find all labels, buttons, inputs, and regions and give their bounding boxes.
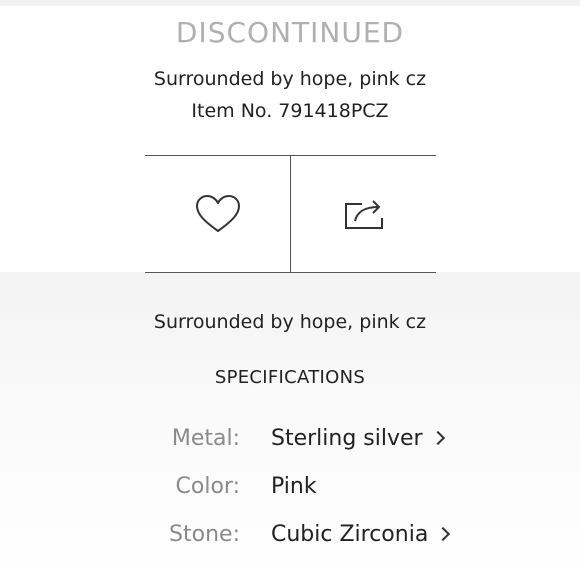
spec-value-metal[interactable]: Sterling silver <box>271 426 445 451</box>
top-edge <box>0 0 580 6</box>
spec-label-color: Color: <box>175 474 240 499</box>
share-icon <box>344 200 383 229</box>
specifications-heading: SPECIFICATIONS <box>214 367 366 388</box>
product-description: Surrounded by hope, pink cz <box>153 311 427 333</box>
spec-row-stone[interactable]: Stone: Cubic Zirconia <box>0 522 580 554</box>
heart-icon <box>195 195 240 232</box>
chevron-right-icon <box>436 526 451 542</box>
action-row <box>145 155 436 273</box>
discontinued-status: DISCONTINUED <box>175 16 405 49</box>
spec-label-metal: Metal: <box>171 426 240 451</box>
spec-value-stone-text: Cubic Zirconia <box>271 522 429 547</box>
chevron-right-icon <box>430 430 445 446</box>
spec-row-color: Color: Pink <box>0 474 580 506</box>
spec-value-metal-text: Sterling silver <box>271 426 423 451</box>
spec-row-metal[interactable]: Metal: Sterling silver <box>0 426 580 458</box>
item-number: Item No. 791418PCZ <box>191 100 389 122</box>
spec-label-stone: Stone: <box>169 522 240 547</box>
product-title: Surrounded by hope, pink cz <box>153 68 427 90</box>
spec-value-stone[interactable]: Cubic Zirconia <box>271 522 451 547</box>
share-button[interactable] <box>290 156 436 272</box>
spec-value-color: Pink <box>271 474 317 499</box>
favorite-button[interactable] <box>145 156 290 272</box>
